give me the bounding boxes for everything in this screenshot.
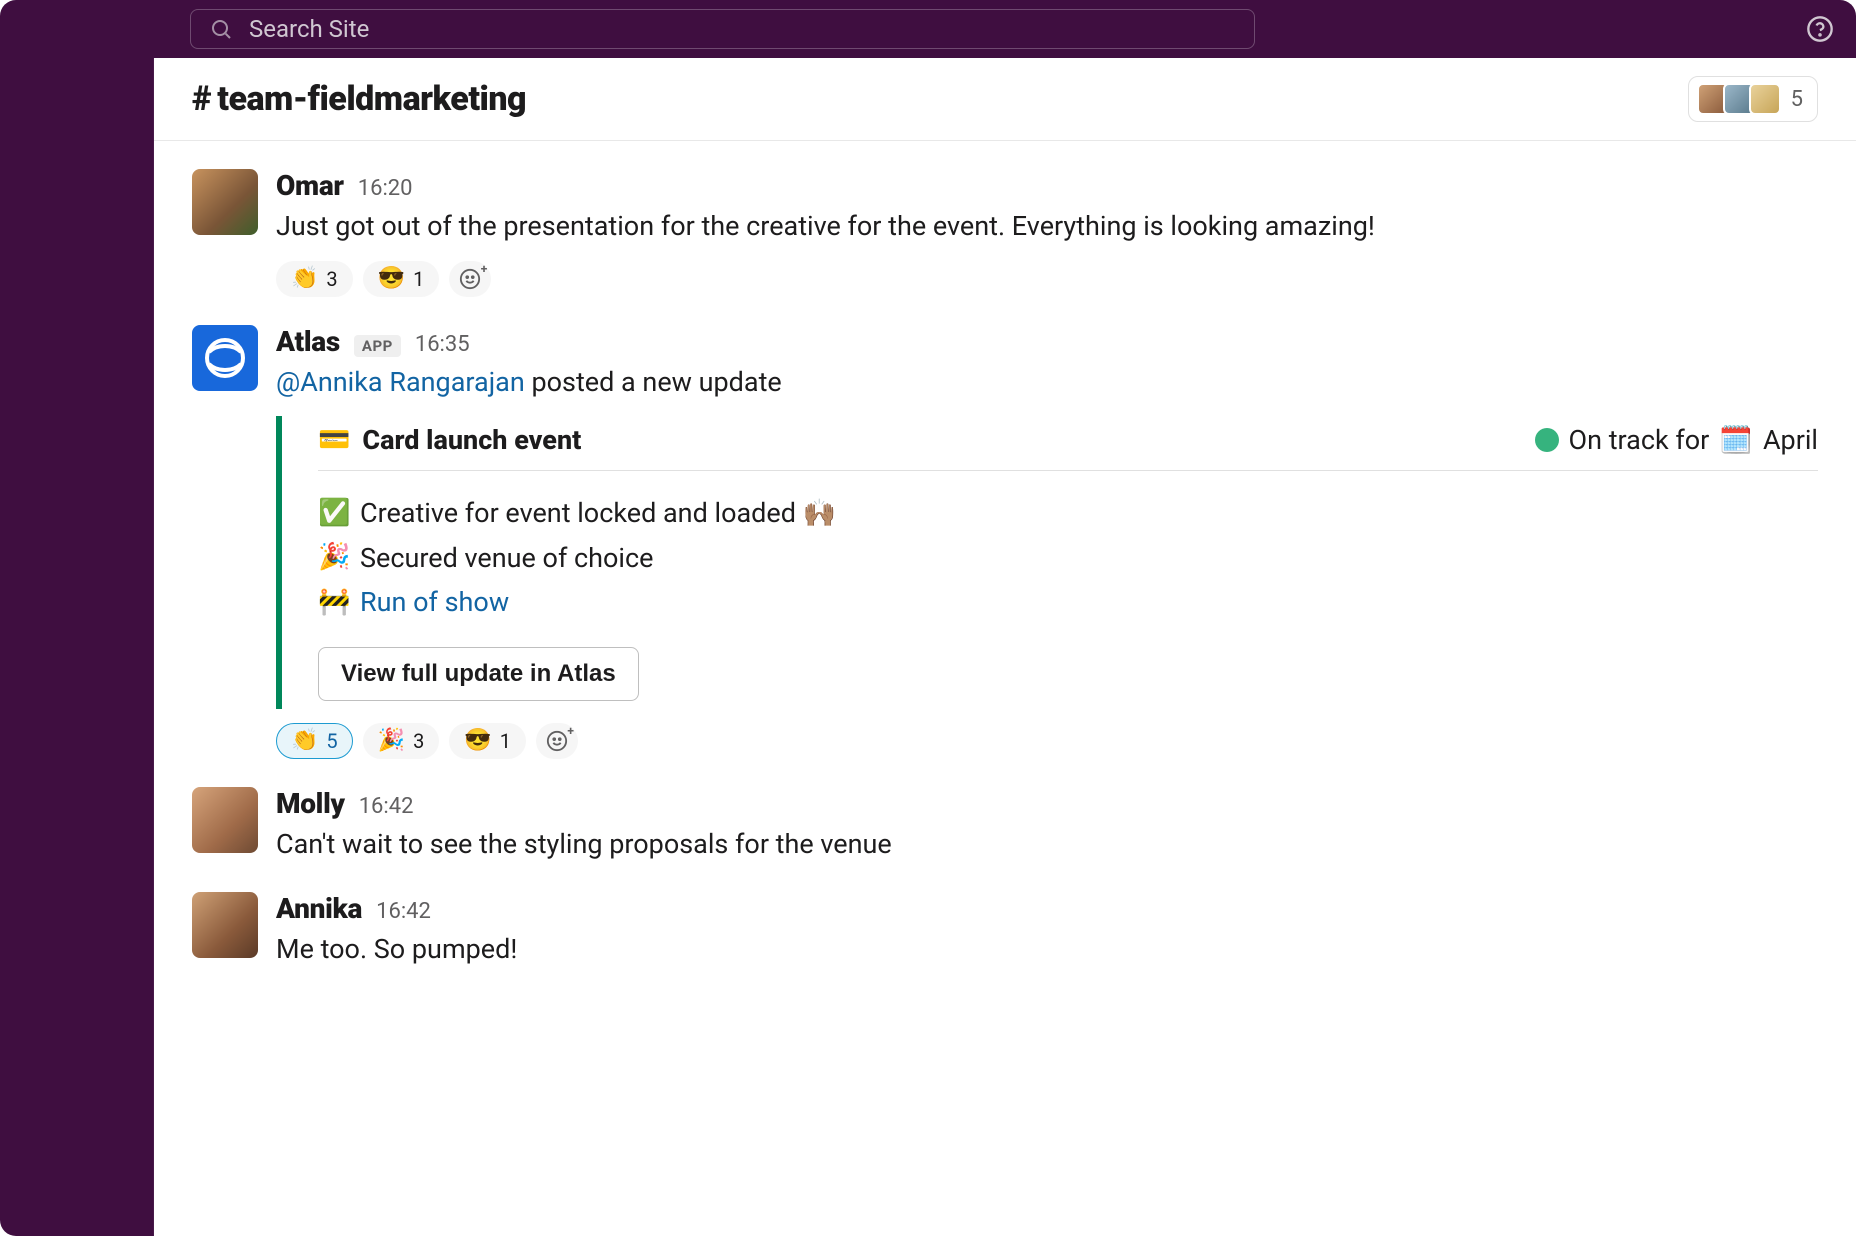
status-value: April xyxy=(1763,424,1818,456)
list-item: 🎉 Secured venue of choice xyxy=(318,536,1818,581)
status-dot-icon xyxy=(1535,428,1559,452)
avatar[interactable] xyxy=(192,169,258,235)
search-placeholder: Search Site xyxy=(249,15,369,43)
item-text: Secured venue of choice xyxy=(360,536,653,581)
reactions: 👏5 🎉3 😎1 + xyxy=(276,723,1818,759)
reaction-count: 1 xyxy=(500,729,511,753)
search-icon xyxy=(209,17,233,41)
author-name[interactable]: Annika xyxy=(276,892,362,925)
reaction-clap[interactable]: 👏3 xyxy=(276,261,353,297)
clap-icon: 👏 xyxy=(291,266,318,291)
members-count: 5 xyxy=(1791,87,1803,112)
reaction-count: 5 xyxy=(326,729,337,753)
add-reaction-icon: + xyxy=(459,268,481,290)
hash-icon: # xyxy=(192,79,211,119)
check-icon: ✅ xyxy=(318,492,346,535)
calendar-icon: 🗓️ xyxy=(1719,424,1753,456)
message: Omar 16:20 Just got out of the presentat… xyxy=(192,159,1818,315)
channel-name: team-fieldmarketing xyxy=(217,79,526,119)
message-text: @Annika Rangarajan posted a new update xyxy=(276,362,1818,403)
help-button[interactable] xyxy=(1804,13,1836,45)
attachment: 💳 Card launch event On track for 🗓️ Apri… xyxy=(276,416,1818,709)
item-link[interactable]: Run of show xyxy=(360,580,509,625)
tada-icon: 🎉 xyxy=(318,536,346,579)
status-label: On track for xyxy=(1569,424,1710,456)
timestamp[interactable]: 16:35 xyxy=(415,332,470,357)
avatar[interactable] xyxy=(192,892,258,958)
add-reaction-button[interactable]: + xyxy=(449,261,491,297)
list-item: 🚧 Run of show xyxy=(318,580,1818,625)
search-input[interactable]: Search Site xyxy=(190,9,1255,49)
atlas-icon xyxy=(201,334,249,382)
timestamp[interactable]: 16:42 xyxy=(376,899,431,924)
list-item: ✅ Creative for event locked and loaded 🙌… xyxy=(318,491,1818,536)
avatar[interactable] xyxy=(192,787,258,853)
reaction-sunglasses[interactable]: 😎1 xyxy=(449,723,526,759)
author-name[interactable]: Omar xyxy=(276,169,344,202)
message: Atlas APP 16:35 @Annika Rangarajan poste… xyxy=(192,315,1818,777)
message-list[interactable]: Omar 16:20 Just got out of the presentat… xyxy=(154,141,1856,1236)
reaction-tada[interactable]: 🎉3 xyxy=(363,723,440,759)
reactions: 👏3 😎1 + xyxy=(276,261,1818,297)
channel-title[interactable]: #team-fieldmarketing xyxy=(192,79,526,119)
add-reaction-button[interactable]: + xyxy=(536,723,578,759)
reaction-count: 1 xyxy=(413,267,424,291)
avatar[interactable] xyxy=(192,325,258,391)
attachment-status: On track for 🗓️ April xyxy=(1535,424,1818,456)
attachment-title[interactable]: Card launch event xyxy=(362,424,581,456)
sunglasses-icon: 😎 xyxy=(464,728,491,753)
attachment-items: ✅ Creative for event locked and loaded 🙌… xyxy=(318,491,1818,625)
avatar xyxy=(1749,83,1781,115)
tada-icon: 🎉 xyxy=(378,728,405,753)
members-button[interactable]: 5 xyxy=(1688,76,1818,122)
divider xyxy=(318,470,1818,471)
clap-icon: 👏 xyxy=(291,728,318,753)
timestamp[interactable]: 16:20 xyxy=(358,176,413,201)
timestamp[interactable]: 16:42 xyxy=(359,794,414,819)
sunglasses-icon: 😎 xyxy=(378,266,405,291)
avatar-stack xyxy=(1697,83,1781,115)
reaction-clap[interactable]: 👏5 xyxy=(276,723,353,759)
main-panel: #team-fieldmarketing 5 xyxy=(154,58,1856,1236)
help-icon xyxy=(1806,15,1834,43)
reaction-sunglasses[interactable]: 😎1 xyxy=(363,261,440,297)
author-name[interactable]: Molly xyxy=(276,787,345,820)
card-icon: 💳 xyxy=(318,425,350,455)
channel-header: #team-fieldmarketing 5 xyxy=(154,58,1856,141)
message-text: Just got out of the presentation for the… xyxy=(276,206,1818,247)
message-text: Can't wait to see the styling proposals … xyxy=(276,824,1818,865)
reaction-count: 3 xyxy=(413,729,424,753)
add-reaction-icon: + xyxy=(546,730,568,752)
view-full-update-button[interactable]: View full update in Atlas xyxy=(318,647,639,701)
message: Molly 16:42 Can't wait to see the stylin… xyxy=(192,777,1818,883)
raised-hands-icon: 🙌🏽 xyxy=(803,497,837,529)
message-text: Me too. So pumped! xyxy=(276,929,1818,970)
topbar: Search Site xyxy=(0,0,1856,58)
message: Annika 16:42 Me too. So pumped! xyxy=(192,882,1818,988)
sidebar xyxy=(0,58,154,1236)
item-text: Creative for event locked and loaded 🙌🏽 xyxy=(360,491,836,536)
app-badge: APP xyxy=(354,335,401,357)
message-text-tail: posted a new update xyxy=(525,366,782,398)
author-name[interactable]: Atlas xyxy=(276,325,340,358)
user-mention[interactable]: @Annika Rangarajan xyxy=(276,366,525,398)
construction-icon: 🚧 xyxy=(318,581,346,624)
reaction-count: 3 xyxy=(326,267,337,291)
